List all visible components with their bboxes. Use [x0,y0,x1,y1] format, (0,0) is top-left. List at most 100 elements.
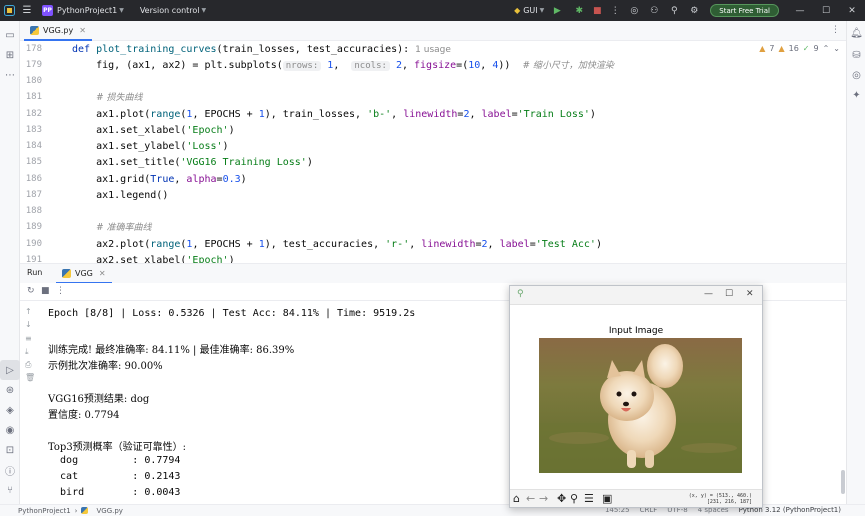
code-line: # 损失曲线 [96,93,143,103]
project-badge: PP [42,5,53,16]
back-arrow-icon[interactable]: ← [526,492,535,505]
app-logo-icon[interactable] [0,0,18,21]
line-number: 190 [25,239,42,249]
weak-warning-count: 16 [788,44,799,53]
run-side-toolbar: ↑ ↓ ≡ ⤓ ⎙ 🗑︎ [20,301,40,504]
project-selector[interactable]: PythonProject1 [57,6,117,15]
print-icon[interactable]: ⎙ [25,360,31,370]
line-number: 191 [25,255,42,263]
python-run-config-icon: ◆ [514,6,521,15]
line-number-gutter: 178 179 180 181 182 183 184 185 186 187 … [20,41,60,263]
vcs-selector[interactable]: Version control [140,6,200,15]
console-line: cat : 0.2143 [48,471,181,482]
scroll-to-end-icon[interactable]: ⤓ [25,347,29,357]
zoom-icon[interactable]: ⚲ [570,492,578,505]
run-tool-icon[interactable]: ▷ [0,360,20,380]
editor-tab-bar: VGG.py ✕ ⋮ [20,21,846,41]
chevron-up-icon[interactable]: ⌃ [823,44,830,53]
minimize-icon[interactable]: — [704,289,713,299]
console-line: 示例批次准确率: 90.00% [48,361,163,372]
plot-window-titlebar[interactable]: ⚲ — ☐ ✕ [510,286,762,305]
stop-icon[interactable]: ■ [41,286,50,296]
maximize-icon[interactable]: ☐ [725,289,733,299]
close-tab-icon[interactable]: ✕ [79,26,86,35]
run-config-selector[interactable]: GUI [523,6,537,15]
run-panel-header: Run VGG ✕ [20,263,846,284]
ai-assistant-icon[interactable]: ◎ [624,6,644,16]
services-icon[interactable]: ◉ [0,420,20,440]
start-free-trial-button[interactable]: Start Free Trial [710,4,779,17]
run-panel-title: Run [27,268,43,277]
console-line: Epoch [8/8] | Loss: 0.5326 | Test Acc: 8… [48,308,416,319]
line-number: 188 [25,206,42,216]
pan-icon[interactable]: ✥ [557,492,566,505]
code-line: ax1.plot(range(1, EPOCHS + 1), train_los… [96,109,596,120]
main-menu-icon[interactable]: ☰ [18,0,36,21]
tab-options-icon[interactable]: ⋮ [831,25,840,35]
console-line: bird : 0.0043 [48,487,181,498]
code-line: # 准确率曲线 [96,223,152,233]
close-icon[interactable]: ✕ [839,6,865,16]
rerun-icon[interactable]: ↻ [27,286,35,296]
debug-icon[interactable]: ✱ [570,6,588,16]
plot-window[interactable]: ⚲ — ☐ ✕ Input Image ⌂ ← → ✥ ⚲ ☰ ▣ (x, y)… [509,285,763,508]
close-icon[interactable]: ✕ [746,289,754,299]
console-line: dog : 0.7794 [48,455,181,466]
line-number: 180 [25,76,42,86]
close-tab-icon[interactable]: ✕ [99,269,106,278]
soft-wrap-icon[interactable]: ≡ [25,334,32,343]
line-number: 187 [25,190,42,200]
configure-subplots-icon[interactable]: ☰ [584,492,594,505]
more-actions-icon[interactable]: ⋮ [606,6,624,16]
line-number: 183 [25,125,42,135]
weak-warning-icon: ▲ [778,44,785,53]
project-folder-icon[interactable]: ▭ [0,25,20,45]
more-tools-icon[interactable]: ⋯ [0,65,20,85]
python-packages-icon[interactable]: ⊛ [0,380,20,400]
python-file-icon [62,268,71,278]
search-icon[interactable]: ⚲ [664,6,684,16]
typo-count: 9 [813,44,819,53]
ai-chat-icon[interactable]: ◎ [847,65,865,85]
layers-icon[interactable]: ◈ [0,400,20,420]
pin-icon[interactable]: ⚲ [517,289,524,299]
python-file-icon [81,507,89,514]
database-icon[interactable]: ⛁ [847,45,865,65]
notifications-icon[interactable]: 🔔︎ [847,23,865,43]
left-tool-strip: ▭ ⊞ ⋯ ▷ ⊛ ◈ ◉ ⊡ ⓘ ⑂ [0,21,20,504]
line-number: 182 [25,109,42,119]
terminal-icon[interactable]: ⊡ [0,440,20,460]
git-icon[interactable]: ⑂ [0,480,20,500]
editor-tab-vgg-py[interactable]: VGG.py ✕ [24,21,92,41]
run-tab-vgg[interactable]: VGG ✕ [56,264,112,284]
maximize-icon[interactable]: ☐ [813,6,839,16]
breadcrumb-project[interactable]: PythonProject1 [18,507,71,515]
code-line: def plot_training_curves(train_losses, t… [72,44,451,55]
code-editor[interactable]: ▲ 7 ▲ 16 ✓ 9 ⌃ ⌄ 178 179 180 181 182 183 18… [20,41,846,263]
plugin-icon[interactable]: ✦ [847,85,865,105]
run-tab-label: VGG [75,268,93,278]
scroll-up-icon[interactable]: ↑ [25,307,32,316]
more-actions-icon[interactable]: ⋮ [56,286,65,296]
scroll-down-icon[interactable]: ↓ [25,320,32,329]
breadcrumb-separator-icon: › [74,506,78,515]
problems-icon[interactable]: ⓘ [0,460,20,480]
chevron-down-icon[interactable]: ⌄ [833,44,840,53]
run-icon[interactable]: ▶ [544,6,570,16]
usage-hint[interactable]: 1 usage [415,45,451,55]
inspection-widget[interactable]: ▲ 7 ▲ 16 ✓ 9 ⌃ ⌄ [759,44,840,53]
line-number: 178 [25,44,42,54]
settings-gear-icon[interactable]: ⚙ [684,6,704,16]
save-figure-icon[interactable]: ▣ [602,492,612,505]
clear-console-icon[interactable]: 🗑︎ [25,373,35,382]
console-scrollbar[interactable] [841,470,845,494]
minimize-icon[interactable]: — [787,6,813,16]
structure-icon[interactable]: ⊞ [0,45,20,65]
forward-arrow-icon[interactable]: → [539,492,548,505]
collaborate-icon[interactable]: ⚇ [644,6,664,16]
code-line: ax1.set_title('VGG16 Training Loss') [96,157,313,168]
stop-icon[interactable]: ■ [588,6,606,16]
breadcrumb-file[interactable]: VGG.py [96,507,122,515]
warning-count: 7 [769,44,775,53]
home-icon[interactable]: ⌂ [513,492,520,505]
